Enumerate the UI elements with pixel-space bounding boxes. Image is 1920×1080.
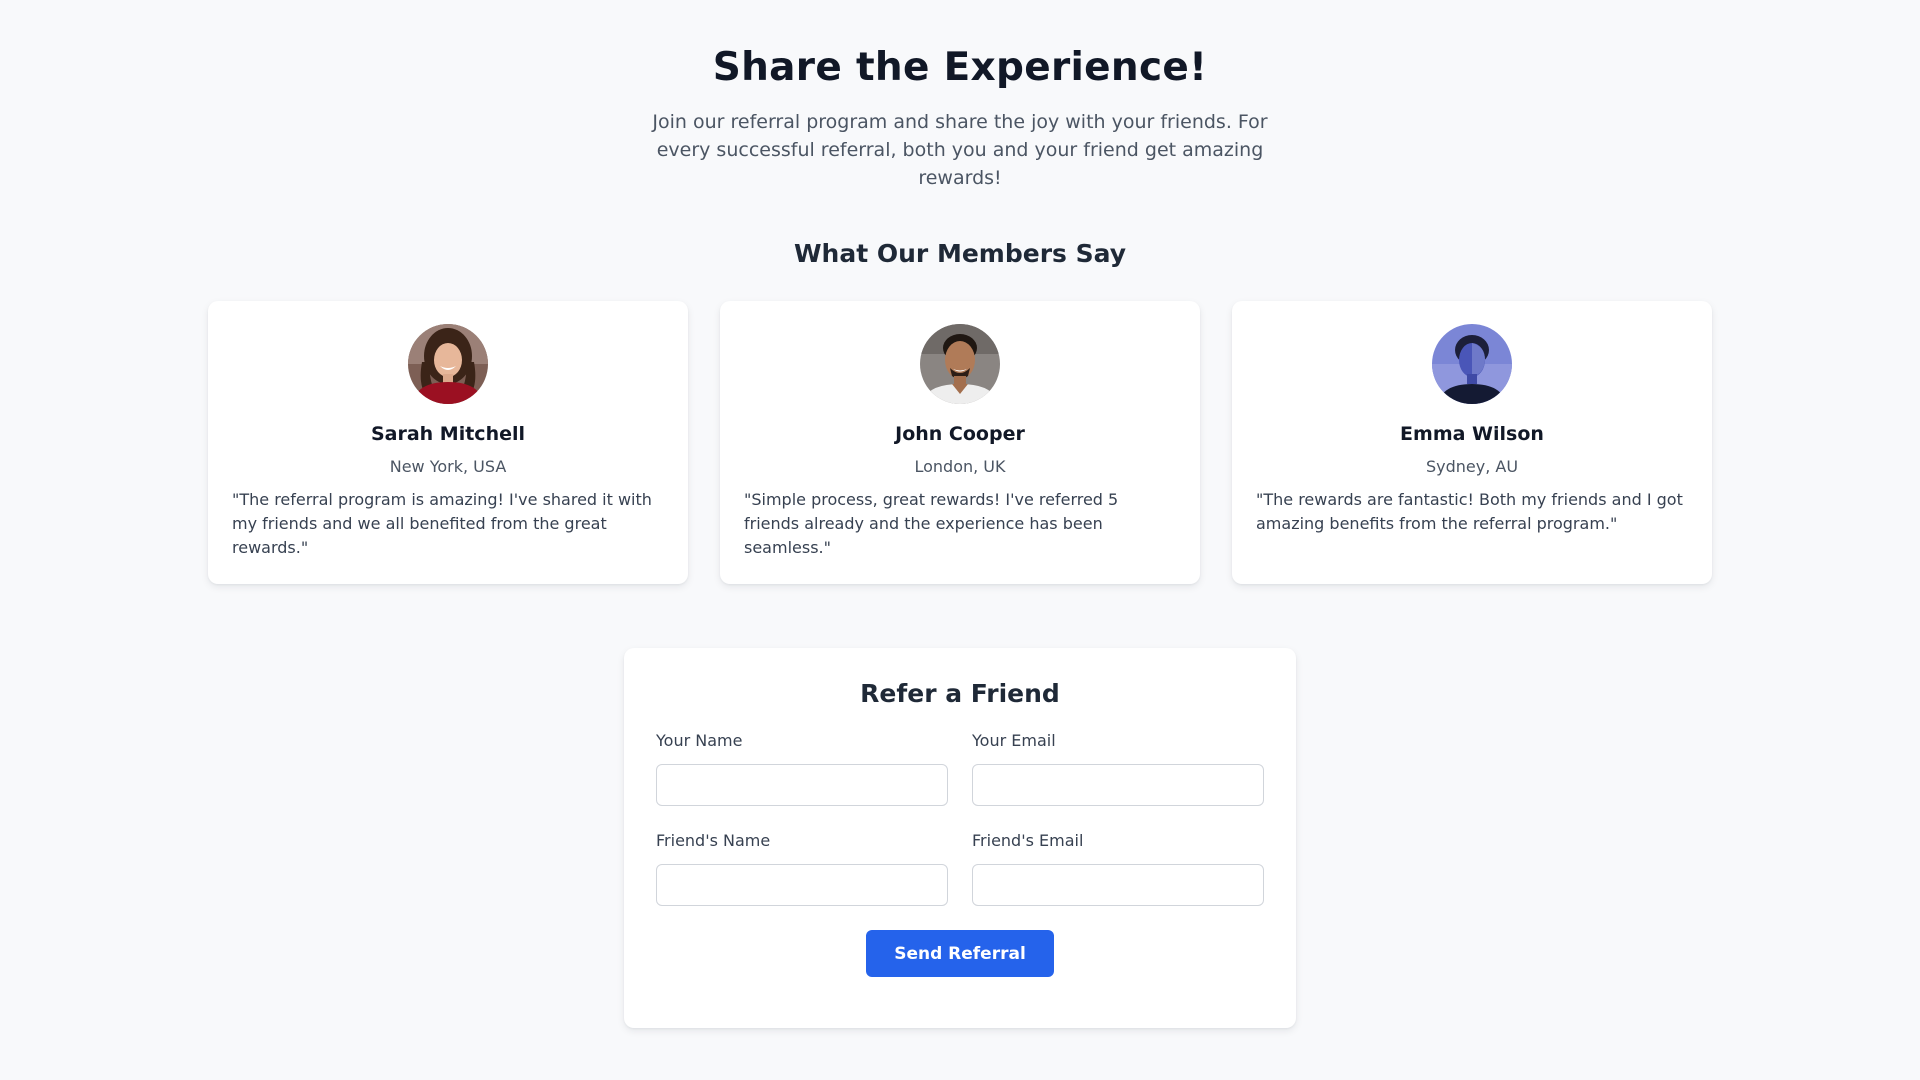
friend-email-label: Friend's Email xyxy=(972,831,1084,850)
friend-email-input[interactable] xyxy=(972,864,1264,906)
hero-section: Share the Experience! Join our referral … xyxy=(0,0,1920,192)
testimonial-card: Emma Wilson Sydney, AU "The rewards are … xyxy=(1232,301,1712,584)
testimonials-list: Sarah Mitchell New York, USA "The referr… xyxy=(0,301,1920,584)
form-fields: Your Name Your Email Friend's Name Frien… xyxy=(656,730,1264,906)
man-white-tshirt-avatar-image xyxy=(920,324,1000,404)
your-email-input[interactable] xyxy=(972,764,1264,806)
member-quote: "The referral program is amazing! I've s… xyxy=(232,490,652,557)
referral-page: Share the Experience! Join our referral … xyxy=(0,0,1920,1080)
friend-email-field-group: Friend's Email xyxy=(972,830,1264,906)
member-location: London, UK xyxy=(914,457,1006,476)
send-referral-button[interactable]: Send Referral xyxy=(866,930,1054,977)
member-name: John Cooper xyxy=(895,423,1025,445)
member-quote: "The rewards are fantastic! Both my frie… xyxy=(1256,490,1683,533)
your-name-input[interactable] xyxy=(656,764,948,806)
friend-name-input[interactable] xyxy=(656,864,948,906)
your-name-label: Your Name xyxy=(656,731,743,750)
avatar xyxy=(408,324,488,404)
friend-name-field-group: Friend's Name xyxy=(656,830,948,906)
your-email-field-group: Your Email xyxy=(972,730,1264,806)
member-name: Emma Wilson xyxy=(1400,423,1544,445)
testimonials-title: What Our Members Say xyxy=(793,239,1127,268)
form-actions: Send Referral xyxy=(656,930,1264,977)
avatar xyxy=(920,324,1000,404)
page-title: Share the Experience! xyxy=(712,45,1208,90)
woman-blue-light-avatar-image xyxy=(1432,324,1512,404)
avatar xyxy=(1432,324,1512,404)
member-location: New York, USA xyxy=(389,457,507,476)
refer-friend-form: Refer a Friend Your Name Your Email Frie… xyxy=(624,648,1296,1028)
testimonial-card: Sarah Mitchell New York, USA "The referr… xyxy=(208,301,688,584)
your-name-field-group: Your Name xyxy=(656,730,948,806)
member-quote: "Simple process, great rewards! I've ref… xyxy=(744,490,1119,557)
member-name: Sarah Mitchell xyxy=(370,423,526,445)
woman-red-sweater-avatar-image xyxy=(408,324,488,404)
friend-name-label: Friend's Name xyxy=(656,831,771,850)
your-email-label: Your Email xyxy=(972,731,1056,750)
form-title: Refer a Friend xyxy=(860,679,1060,708)
page-subtitle: Join our referral program and share the … xyxy=(652,111,1268,189)
testimonial-card: John Cooper London, UK "Simple process, … xyxy=(720,301,1200,584)
member-location: Sydney, AU xyxy=(1425,457,1519,476)
